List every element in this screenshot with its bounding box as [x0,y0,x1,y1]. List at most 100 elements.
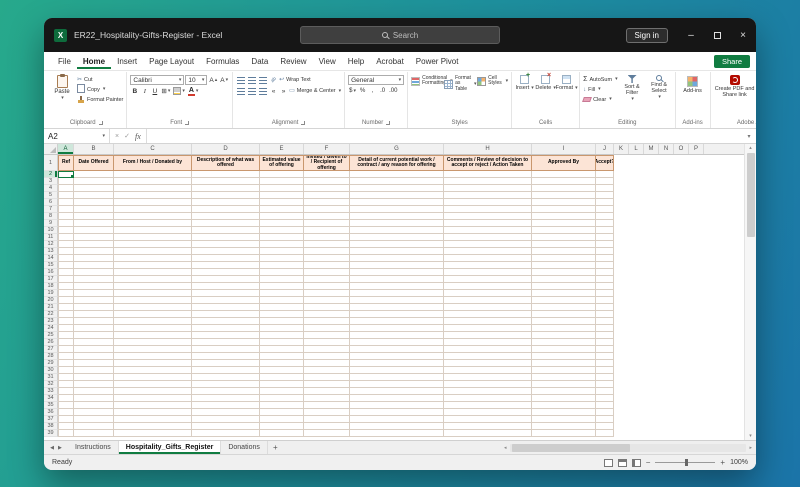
cell-F39[interactable] [304,430,350,437]
delete-cells-button[interactable]: ×Delete▾ [536,73,555,91]
format-cells-button[interactable]: Format▾ [557,73,576,91]
cell-J13[interactable] [596,248,614,255]
row-header-10[interactable]: 10 [44,227,58,234]
comma-format-button[interactable]: , [368,86,377,96]
align-top-button[interactable] [236,75,246,85]
cell-J23[interactable] [596,318,614,325]
cell-C16[interactable] [114,269,192,276]
cell-D16[interactable] [192,269,260,276]
cell-G20[interactable] [350,297,444,304]
cell-J14[interactable] [596,255,614,262]
cell-A24[interactable] [58,325,74,332]
cell-E37[interactable] [260,416,304,423]
cell-G7[interactable] [350,206,444,213]
cell-D37[interactable] [192,416,260,423]
row-header-17[interactable]: 17 [44,276,58,283]
cell-H35[interactable] [444,402,532,409]
zoom-out-button[interactable]: − [646,458,651,467]
cell-I8[interactable] [532,213,596,220]
cell-D17[interactable] [192,276,260,283]
cell-H10[interactable] [444,227,532,234]
cell-C39[interactable] [114,430,192,437]
cell-C26[interactable] [114,339,192,346]
row-header-25[interactable]: 25 [44,332,58,339]
cell-F8[interactable] [304,213,350,220]
cell-C19[interactable] [114,290,192,297]
cell-E19[interactable] [260,290,304,297]
cell-G33[interactable] [350,388,444,395]
cell-C9[interactable] [114,220,192,227]
cell-H21[interactable] [444,304,532,311]
cell-I34[interactable] [532,395,596,402]
decrease-decimal-button[interactable]: .00 [388,86,398,96]
ribbon-tab-acrobat[interactable]: Acrobat [370,53,410,69]
cell-B19[interactable] [74,290,114,297]
cell-F27[interactable] [304,346,350,353]
cell-I13[interactable] [532,248,596,255]
cell-E10[interactable] [260,227,304,234]
cell-J5[interactable] [596,192,614,199]
cell-B4[interactable] [74,185,114,192]
cell-H11[interactable] [444,234,532,241]
cell-E33[interactable] [260,388,304,395]
cell-B14[interactable] [74,255,114,262]
column-header-K[interactable]: K [614,144,629,154]
cell-F32[interactable] [304,381,350,388]
cell-H16[interactable] [444,269,532,276]
column-header-O[interactable]: O [674,144,689,154]
cell-A17[interactable] [58,276,74,283]
cell-I5[interactable] [532,192,596,199]
cell-G16[interactable] [350,269,444,276]
cell-I25[interactable] [532,332,596,339]
cell-G24[interactable] [350,325,444,332]
font-family-select[interactable]: Calibri▾ [130,75,184,85]
row-header-30[interactable]: 30 [44,367,58,374]
cell-F18[interactable] [304,283,350,290]
cell-A1[interactable]: Ref [58,155,74,171]
number-format-select[interactable]: General▾ [348,75,404,85]
cell-A5[interactable] [58,192,74,199]
select-all-corner[interactable] [44,144,58,154]
cell-F37[interactable] [304,416,350,423]
cell-H2[interactable] [444,171,532,178]
cell-C31[interactable] [114,374,192,381]
cell-D21[interactable] [192,304,260,311]
column-header-P[interactable]: P [689,144,704,154]
cell-G8[interactable] [350,213,444,220]
cell-H31[interactable] [444,374,532,381]
cell-H22[interactable] [444,311,532,318]
cell-H17[interactable] [444,276,532,283]
cell-I23[interactable] [532,318,596,325]
cell-E28[interactable] [260,353,304,360]
align-center-button[interactable] [247,86,257,96]
cell-J12[interactable] [596,241,614,248]
name-box-dropdown-icon[interactable]: ▾ [102,134,105,139]
cell-A20[interactable] [58,297,74,304]
cell-E32[interactable] [260,381,304,388]
row-header-28[interactable]: 28 [44,353,58,360]
cell-C1[interactable]: From / Host / Donated by [114,155,192,171]
cell-A38[interactable] [58,423,74,430]
cell-D18[interactable] [192,283,260,290]
cell-B18[interactable] [74,283,114,290]
cell-H7[interactable] [444,206,532,213]
cell-B7[interactable] [74,206,114,213]
cell-G3[interactable] [350,178,444,185]
cell-H27[interactable] [444,346,532,353]
cell-D9[interactable] [192,220,260,227]
cell-C29[interactable] [114,360,192,367]
cell-B16[interactable] [74,269,114,276]
cell-F38[interactable] [304,423,350,430]
cell-C34[interactable] [114,395,192,402]
cell-J9[interactable] [596,220,614,227]
cell-A28[interactable] [58,353,74,360]
cell-G22[interactable] [350,311,444,318]
cell-G23[interactable] [350,318,444,325]
cell-G14[interactable] [350,255,444,262]
accounting-format-button[interactable]: $▾ [348,86,357,96]
cell-I39[interactable] [532,430,596,437]
vertical-scrollbar[interactable]: ▴ ▾ [744,144,756,440]
cell-F14[interactable] [304,255,350,262]
cell-F21[interactable] [304,304,350,311]
excel-logo-icon[interactable]: X [54,29,67,42]
